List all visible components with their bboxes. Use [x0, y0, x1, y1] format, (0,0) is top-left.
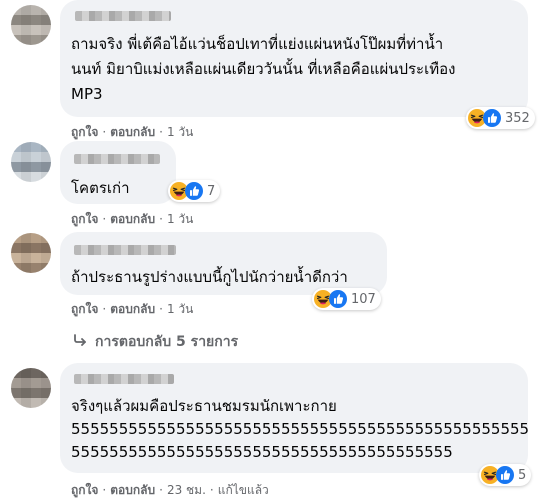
- reply-link[interactable]: ตอบกลับ: [110, 483, 155, 497]
- reply-link[interactable]: ตอบกลับ: [110, 302, 155, 316]
- commenter-name[interactable]: [74, 245, 176, 255]
- commenter-name[interactable]: [74, 154, 160, 164]
- reaction-summary[interactable]: 5: [479, 464, 532, 486]
- reaction-summary[interactable]: 352: [466, 107, 535, 129]
- comment-bubble: โคตรเก่า: [60, 141, 176, 204]
- commenter-avatar[interactable]: [11, 368, 51, 408]
- comment-text-line: โคตรเก่า: [71, 179, 130, 197]
- like-link[interactable]: ถูกใจ: [71, 125, 98, 139]
- comment-actions: ถูกใจ · ตอบกลับ · 1 วัน: [71, 125, 194, 139]
- view-replies-label: การตอบกลับ 5 รายการ: [95, 334, 239, 350]
- comment-bubble: จริงๆแล้วผมคือประธานชมรมนักเพาะกาย 55555…: [60, 363, 530, 473]
- like-link[interactable]: ถูกใจ: [71, 212, 98, 226]
- comment-text-line: นนท์ มิยาบิแม่งเหลือแผ่นเดียววันนั้น ที่…: [71, 60, 456, 78]
- comment-text-line: จริงๆแล้วผมคือประธานชมรมนักเพาะกาย: [71, 397, 337, 415]
- timestamp[interactable]: 1 วัน: [167, 212, 193, 226]
- reaction-count: 107: [351, 291, 376, 307]
- commenter-avatar[interactable]: [11, 233, 51, 273]
- comment-text-line: MP3: [71, 85, 103, 103]
- comment-text-line: ถ้าประธานรูปร่างแบบนี้กูไปนักว่ายน้ำดีกว…: [71, 268, 348, 286]
- timestamp[interactable]: 23 ชม.: [167, 483, 206, 497]
- like-reaction-icon: [483, 109, 501, 127]
- reaction-summary[interactable]: 107: [312, 288, 381, 310]
- reaction-count: 352: [505, 110, 530, 126]
- edited-label[interactable]: แก้ไขแล้ว: [218, 483, 269, 497]
- timestamp[interactable]: 1 วัน: [167, 302, 193, 316]
- reply-link[interactable]: ตอบกลับ: [110, 212, 155, 226]
- reaction-summary[interactable]: 7: [168, 180, 221, 202]
- comment-bubble: ถามจริง พี่เต้คือไอ้แว่นช็อปเทาที่แย่งแผ…: [60, 0, 528, 117]
- reaction-count: 5: [518, 467, 527, 483]
- comment-bubble: ถ้าประธานรูปร่างแบบนี้กูไปนักว่ายน้ำดีกว…: [60, 232, 387, 295]
- commenter-avatar[interactable]: [11, 142, 51, 182]
- like-link[interactable]: ถูกใจ: [71, 302, 98, 316]
- like-link[interactable]: ถูกใจ: [71, 483, 98, 497]
- comment-text-line: 5555555555555555555555555555555555555555: [71, 443, 453, 461]
- commenter-avatar[interactable]: [11, 5, 51, 45]
- commenter-name[interactable]: [74, 374, 174, 384]
- comment-text-line: 5555555555555555555555555555555555555555…: [71, 420, 530, 438]
- view-replies-link[interactable]: การตอบกลับ 5 รายการ: [73, 331, 238, 353]
- like-reaction-icon: [329, 290, 347, 308]
- timestamp[interactable]: 1 วัน: [167, 125, 193, 139]
- commenter-name[interactable]: [75, 11, 171, 21]
- reply-link[interactable]: ตอบกลับ: [110, 125, 155, 139]
- comment-text-line: ถามจริง พี่เต้คือไอ้แว่นช็อปเทาที่แย่งแผ…: [71, 35, 444, 53]
- like-reaction-icon: [185, 182, 203, 200]
- comment-actions: ถูกใจ · ตอบกลับ · 23 ชม. · แก้ไขแล้ว: [71, 483, 269, 497]
- reply-arrow-icon: [73, 334, 87, 350]
- comment-actions: ถูกใจ · ตอบกลับ · 1 วัน: [71, 302, 194, 316]
- comment-actions: ถูกใจ · ตอบกลับ · 1 วัน: [71, 212, 194, 226]
- reaction-count: 7: [207, 183, 216, 199]
- like-reaction-icon: [496, 466, 514, 484]
